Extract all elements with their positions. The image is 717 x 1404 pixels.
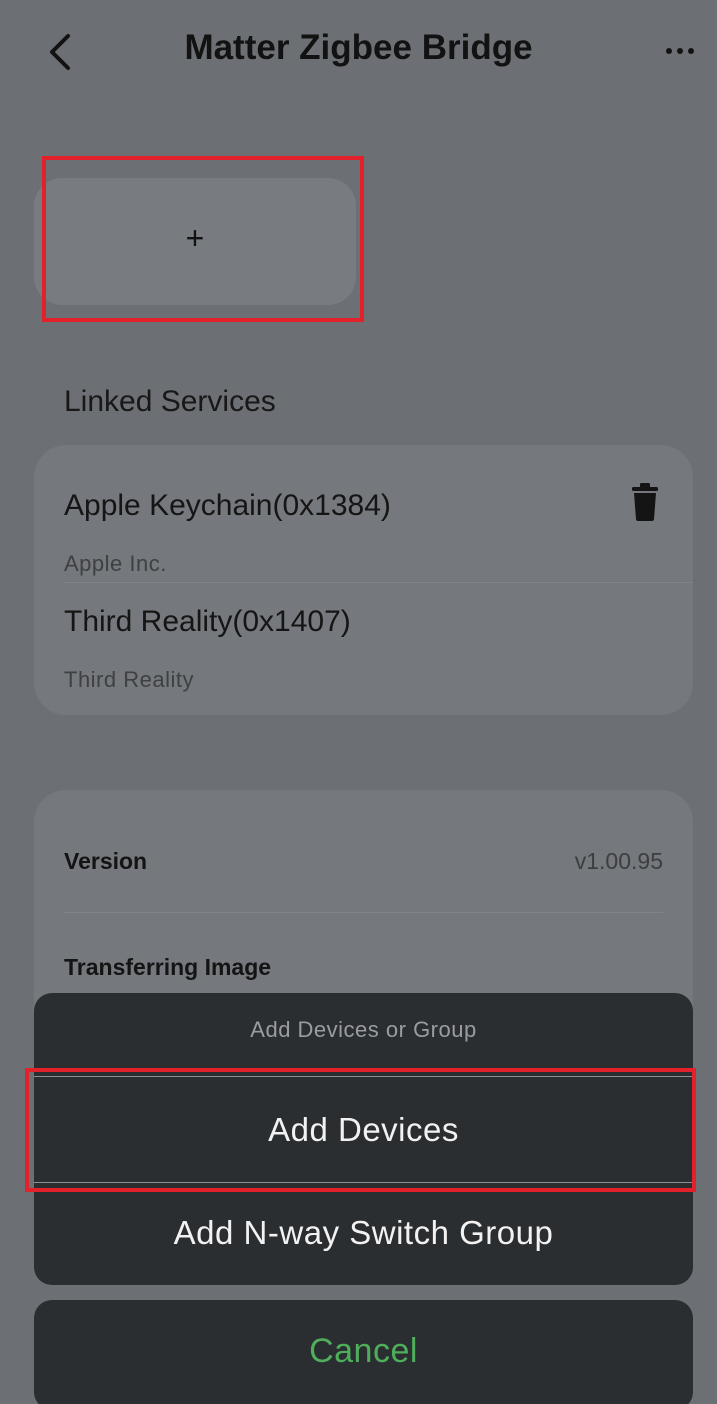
transferring-image-label: Transferring Image bbox=[64, 954, 272, 980]
service-name: Apple Keychain(0x1384) bbox=[64, 489, 391, 522]
service-vendor: Third Reality bbox=[64, 667, 194, 692]
trash-icon bbox=[632, 483, 658, 521]
service-vendor: Apple Inc. bbox=[64, 551, 167, 576]
more-options-button[interactable] bbox=[660, 34, 700, 64]
version-label: Version bbox=[64, 848, 148, 874]
device-detail-page: Matter Zigbee Bridge + Linked Services A… bbox=[0, 0, 717, 1404]
highlight-box bbox=[42, 156, 364, 322]
more-horizontal-icon bbox=[666, 48, 672, 54]
more-dot bbox=[677, 48, 683, 54]
delete-button[interactable] bbox=[632, 483, 658, 521]
cancel-label: Cancel bbox=[309, 1332, 418, 1370]
cancel-button[interactable]: Cancel bbox=[34, 1300, 693, 1404]
divider bbox=[64, 912, 663, 913]
service-name: Third Reality(0x1407) bbox=[64, 605, 351, 638]
linked-services-title: Linked Services bbox=[64, 385, 276, 418]
add-n-way-switch-group-button[interactable]: Add N-way Switch Group bbox=[34, 1214, 693, 1252]
highlight-box bbox=[25, 1068, 696, 1192]
version-value: v1.00.95 bbox=[574, 848, 663, 874]
linked-services-card: Apple Keychain(0x1384) Apple Inc. Third … bbox=[34, 445, 693, 715]
page-title: Matter Zigbee Bridge bbox=[184, 28, 533, 67]
divider bbox=[64, 582, 693, 583]
action-sheet-title: Add Devices or Group bbox=[250, 1017, 477, 1042]
more-dot bbox=[688, 48, 694, 54]
